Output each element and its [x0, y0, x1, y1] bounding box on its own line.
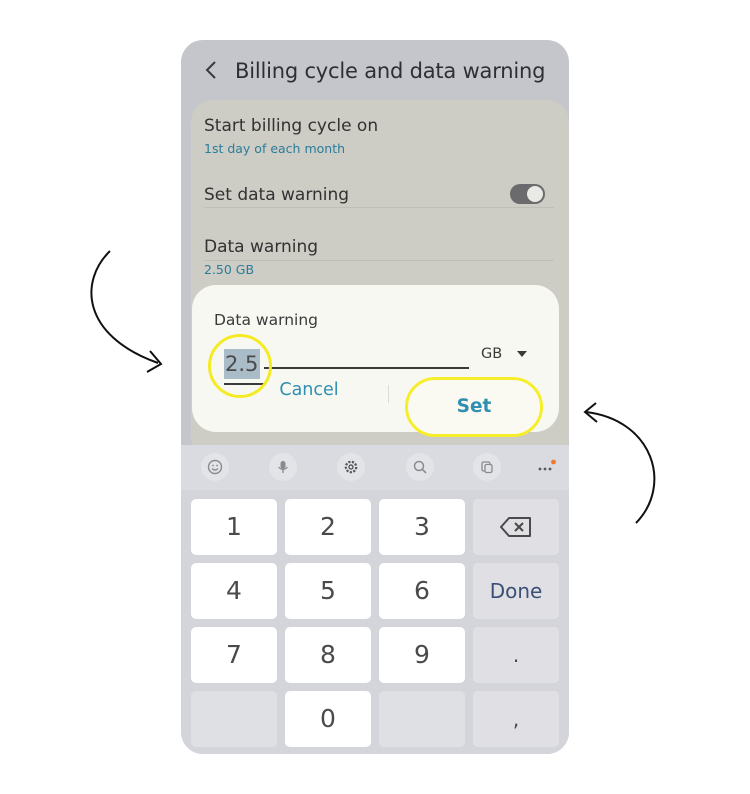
set-data-warning-title: Set data warning [204, 185, 350, 205]
numeric-keyboard: 1 2 3 4 5 6 Done 7 8 9 . 0 , [181, 445, 569, 754]
divider [204, 207, 554, 208]
period-key[interactable]: . [473, 627, 559, 683]
app-header: Billing cycle and data warning [181, 40, 569, 100]
toggle-knob [527, 186, 543, 202]
mic-icon[interactable] [269, 453, 297, 481]
set-data-warning-row[interactable]: Set data warning [204, 185, 554, 205]
billing-cycle-value: 1st day of each month [204, 141, 346, 156]
settings-icon[interactable] [337, 453, 365, 481]
data-warning-row[interactable]: Data warning 2.50 GB [204, 237, 554, 277]
key-6[interactable]: 6 [379, 563, 465, 619]
keyboard-toolbar [181, 445, 569, 490]
comma-key[interactable]: , [473, 691, 559, 747]
key-2[interactable]: 2 [285, 499, 371, 555]
billing-cycle-row[interactable]: Start billing cycle on 1st day of each m… [204, 116, 554, 156]
key-1[interactable]: 1 [191, 499, 277, 555]
data-warning-value: 2.50 GB [204, 262, 255, 277]
key-4[interactable]: 4 [191, 563, 277, 619]
set-button[interactable]: Set [405, 377, 543, 437]
blank-key [191, 691, 277, 747]
search-icon[interactable] [406, 453, 434, 481]
key-3[interactable]: 3 [379, 499, 465, 555]
caret-down-icon[interactable] [515, 347, 529, 361]
page-title: Billing cycle and data warning [235, 59, 546, 83]
emoji-icon[interactable] [201, 453, 229, 481]
done-key[interactable]: Done [473, 563, 559, 619]
blank-key [379, 691, 465, 747]
more-icon[interactable] [536, 457, 558, 475]
left-arrow-annotation [90, 250, 163, 373]
unit-select[interactable]: GB [481, 346, 502, 362]
input-highlight-circle [208, 334, 272, 398]
data-warning-toggle[interactable] [510, 184, 545, 204]
key-7[interactable]: 7 [191, 627, 277, 683]
dialog-title: Data warning [214, 311, 319, 329]
button-separator [388, 385, 389, 403]
backspace-key[interactable] [473, 499, 559, 555]
key-8[interactable]: 8 [285, 627, 371, 683]
billing-cycle-title: Start billing cycle on [204, 116, 379, 136]
key-5[interactable]: 5 [285, 563, 371, 619]
backspace-icon [500, 517, 531, 537]
data-warning-title: Data warning [204, 237, 319, 257]
cancel-button[interactable]: Cancel [264, 380, 354, 406]
key-9[interactable]: 9 [379, 627, 465, 683]
key-0[interactable]: 0 [285, 691, 371, 747]
input-underline [264, 367, 469, 369]
right-arrow-annotation [583, 402, 656, 524]
clipboard-icon[interactable] [473, 453, 501, 481]
back-arrow-icon[interactable] [203, 59, 219, 81]
